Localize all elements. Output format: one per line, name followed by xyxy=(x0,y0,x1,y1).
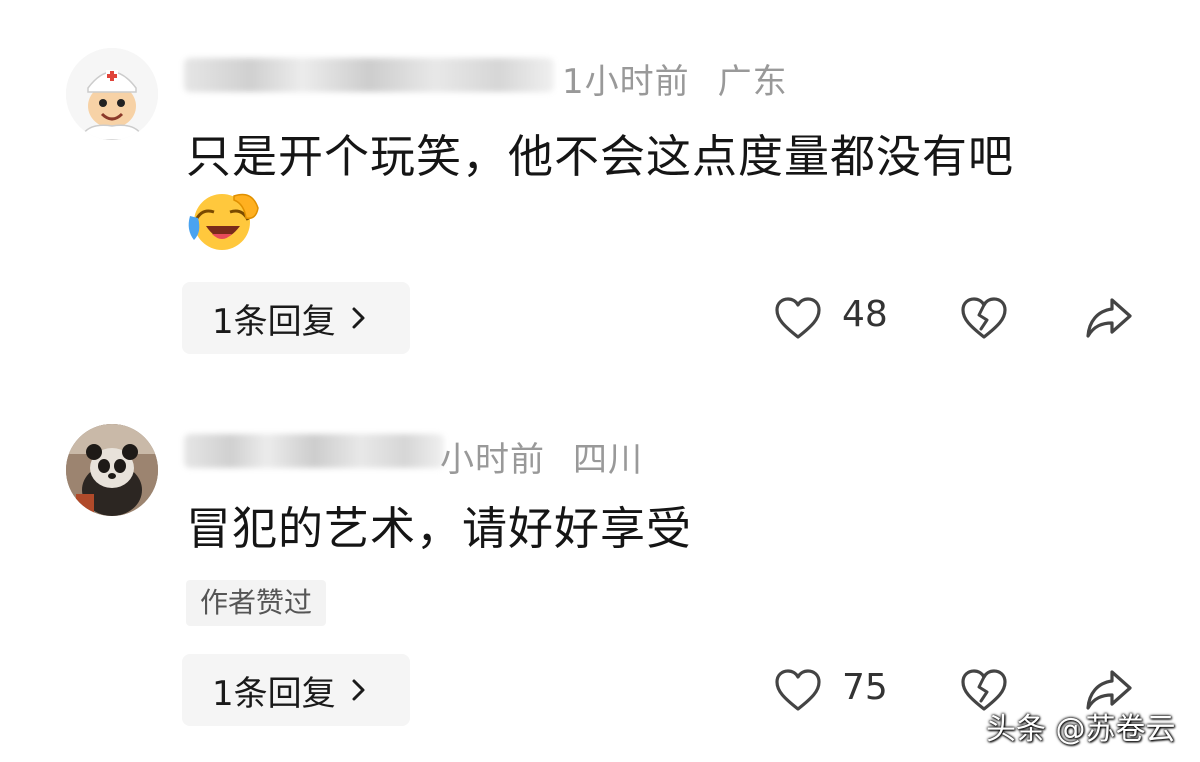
reply-count-label: 1条回复 xyxy=(212,673,336,714)
heart-like-icon[interactable] xyxy=(774,296,822,340)
comment-time: 小时前 xyxy=(440,440,545,480)
comment-meta: 1小时前 广东 xyxy=(562,54,788,103)
reply-count-label: 1条回复 xyxy=(212,301,336,342)
comment-meta: 小时前 四川 xyxy=(440,432,643,481)
username-blurred[interactable] xyxy=(184,434,444,468)
watermark: 头条 @苏卷云 xyxy=(986,712,1176,747)
laughing-crying-emoji-icon xyxy=(188,193,259,250)
avatar[interactable] xyxy=(66,48,158,140)
broken-heart-dislike-icon[interactable] xyxy=(960,296,1008,340)
author-liked-badge: 作者赞过 xyxy=(186,580,327,626)
cartoon-doctor-icon xyxy=(66,48,158,140)
comment-location: 四川 xyxy=(573,440,643,480)
chevron-right-icon xyxy=(352,679,365,701)
avatar[interactable] xyxy=(66,424,158,516)
username-blurred[interactable] xyxy=(184,58,554,92)
comment-time: 1小时前 xyxy=(562,62,690,102)
panda-photo-icon xyxy=(66,424,158,516)
view-replies-button[interactable]: 1条回复 xyxy=(182,654,410,726)
comment-location: 广东 xyxy=(717,62,788,102)
comment-item: 1小时前 广东 只是开个玩笑，他不会这点度量都没有吧 1条回复 48 xyxy=(0,0,1200,380)
like-count: 48 xyxy=(842,294,888,335)
comment-text: 冒犯的艺术，请好好享受 xyxy=(186,502,693,555)
heart-like-icon[interactable] xyxy=(774,668,822,712)
like-count: 75 xyxy=(842,667,888,708)
comment-text: 只是开个玩笑，他不会这点度量都没有吧 xyxy=(186,130,1015,183)
share-arrow-icon[interactable] xyxy=(1084,296,1134,340)
view-replies-button[interactable]: 1条回复 xyxy=(182,282,410,354)
chevron-right-icon xyxy=(352,307,365,329)
